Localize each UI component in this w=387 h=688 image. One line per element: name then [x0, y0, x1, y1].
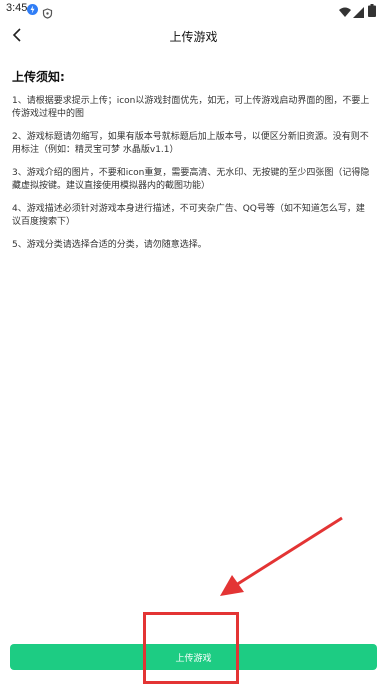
status-time: 3:45: [6, 2, 28, 14]
notice-item: 2、游戏标题请勿缩写，如果有版本号就标题后加上版本号，以便区分新旧资源。没有则不…: [12, 132, 369, 155]
notice-item: 1、请根据要求提示上传；icon以游戏封面优先，如无，可上传游戏启动界面的图，不…: [12, 96, 370, 119]
upload-game-screen: 3:45 上传游戏 上传须知: 1、请根据要求提示上传；icon以游戏封面优先，…: [0, 0, 387, 688]
status-bar: 3:45: [0, 0, 387, 20]
wifi-icon: [339, 3, 351, 17]
shield-icon: [42, 4, 53, 19]
page-title: 上传游戏: [169, 30, 218, 44]
signal-icon: [353, 3, 364, 18]
battery-icon: [368, 2, 376, 17]
notice-item: 3、游戏介绍的图片，不要和icon重复，需要高清、无水印、无按键的至少四张图（记…: [12, 168, 370, 191]
upload-notice: 上传须知: 1、请根据要求提示上传；icon以游戏封面优先，如无，可上传游戏启动…: [12, 68, 372, 262]
upload-game-button-label: 上传游戏: [175, 653, 212, 664]
notice-list: 1、请根据要求提示上传；icon以游戏封面优先，如无，可上传游戏启动界面的图，不…: [12, 95, 372, 252]
app-bar: 上传游戏: [0, 20, 387, 52]
notice-heading: 上传须知:: [12, 70, 65, 84]
notice-item: 5、游戏分类请选择合适的分类，请勿随意选择。: [12, 240, 207, 250]
upload-game-button[interactable]: 上传游戏: [10, 644, 377, 670]
notice-item: 4、游戏描述必须针对游戏本身进行描述，不可夹杂广告、QQ号等（如不知道怎么写，建…: [12, 204, 365, 227]
notification-icon: [27, 4, 38, 15]
